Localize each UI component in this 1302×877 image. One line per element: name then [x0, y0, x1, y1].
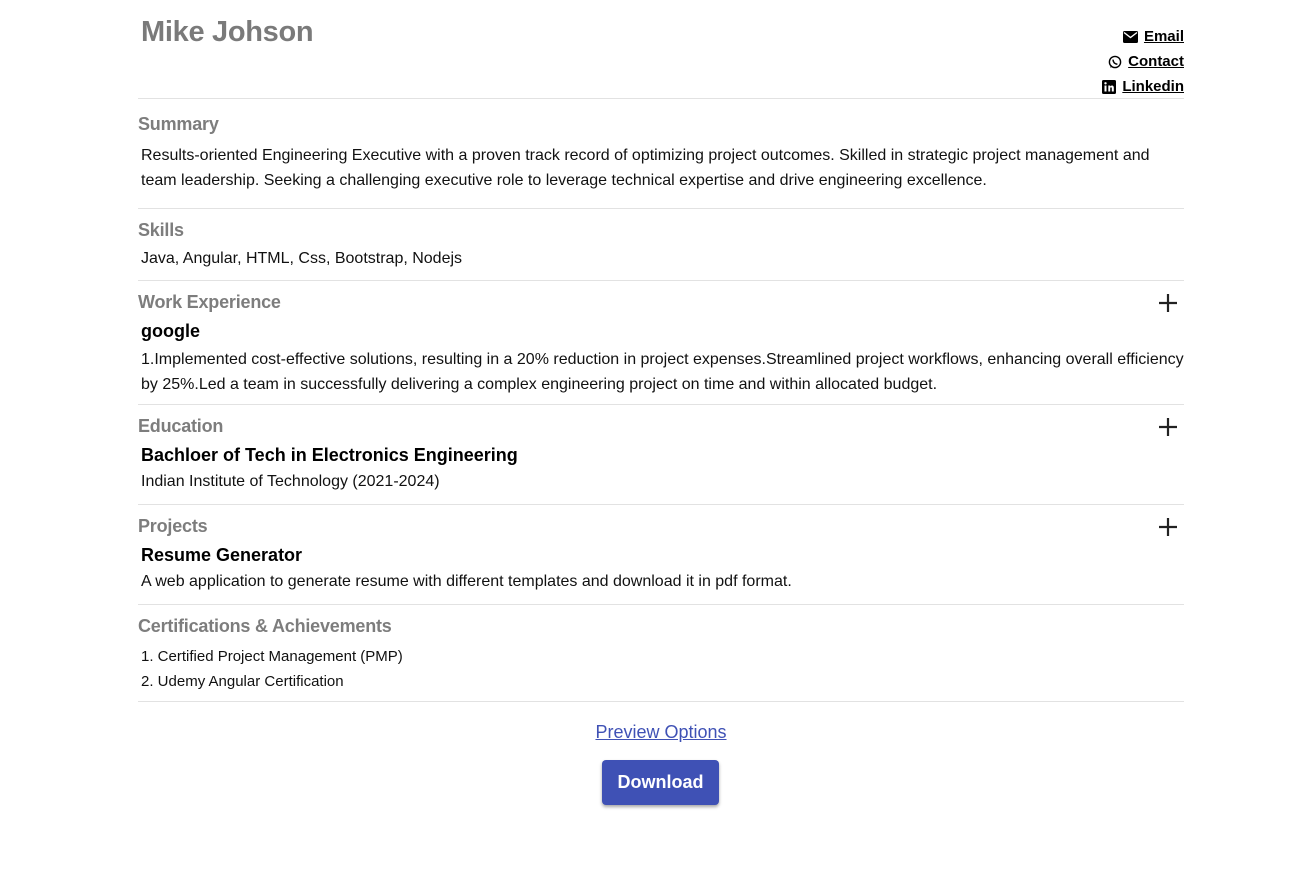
certifications-heading: Certifications & Achievements [138, 616, 392, 636]
preview-options-link-wrapper: Preview Options [138, 722, 1184, 743]
download-button[interactable]: Download [602, 760, 719, 805]
education-degree: Bachloer of Tech in Electronics Engineer… [141, 445, 518, 465]
skills-heading: Skills [138, 220, 184, 240]
linkedin-icon [1101, 79, 1117, 95]
resume-header: Mike Johson Email Contact Linkedin [138, 0, 1184, 99]
skills-section: Skills Java, Angular, HTML, Css, Bootstr… [138, 209, 1184, 281]
skills-text: Java, Angular, HTML, Css, Bootstrap, Nod… [141, 250, 463, 267]
email-link-label[interactable]: Email [1144, 28, 1184, 45]
whatsapp-icon [1107, 54, 1123, 70]
certification-item: 2. Udemy Angular Certification [141, 673, 344, 690]
education-institute: Indian Institute of Technology (2021-202… [141, 473, 440, 490]
summary-text: Results-oriented Engineering Executive w… [141, 147, 1150, 189]
envelope-icon [1123, 29, 1139, 45]
summary-section: Summary Results-oriented Engineering Exe… [138, 99, 1184, 209]
resume-actions: Preview Options Download [138, 702, 1184, 852]
resume-page: Mike Johson Email Contact Linkedin Summa… [138, 0, 1184, 852]
education-heading: Education [138, 416, 224, 436]
work-experience-heading: Work Experience [138, 292, 281, 312]
certification-item: 1. Certified Project Management (PMP) [141, 648, 403, 665]
resume-name: Mike Johson [141, 16, 314, 48]
add-education-plus-icon[interactable] [1156, 415, 1180, 439]
add-project-plus-icon[interactable] [1156, 515, 1180, 539]
email-link[interactable]: Email [1123, 24, 1184, 49]
work-company: google [141, 321, 200, 341]
linkedin-link-label[interactable]: Linkedin [1122, 78, 1184, 95]
contact-links: Email Contact Linkedin [1101, 24, 1184, 99]
preview-options-link[interactable]: Preview Options [595, 722, 726, 742]
contact-link-label[interactable]: Contact [1128, 53, 1184, 70]
projects-section: Projects Resume Generator A web applicat… [138, 505, 1184, 605]
work-experience-section: Work Experience google 1.Implemented cos… [138, 281, 1184, 405]
linkedin-link[interactable]: Linkedin [1101, 74, 1184, 99]
work-description: 1.Implemented cost-effective solutions, … [141, 351, 1184, 393]
summary-heading: Summary [138, 114, 219, 134]
add-work-experience-plus-icon[interactable] [1156, 291, 1180, 315]
education-section: Education Bachloer of Tech in Electronic… [138, 405, 1184, 505]
certifications-section: Certifications & Achievements 1. Certifi… [138, 605, 1184, 702]
project-description: A web application to generate resume wit… [141, 573, 792, 590]
contact-link[interactable]: Contact [1107, 49, 1184, 74]
project-name: Resume Generator [141, 545, 303, 565]
projects-heading: Projects [138, 516, 208, 536]
